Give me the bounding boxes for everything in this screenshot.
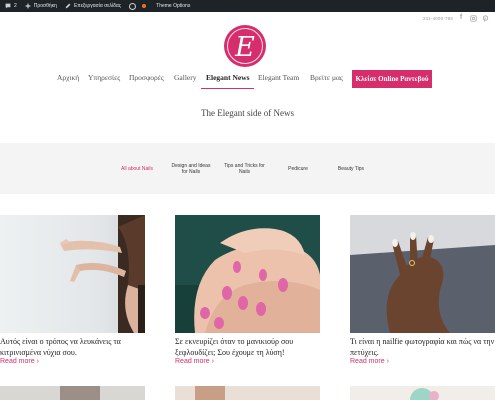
category-all-about-nails[interactable]: All about Nails (113, 143, 161, 194)
post-image[interactable] (0, 215, 145, 333)
category-bar: All about Nails Design and Ideas for Nai… (0, 143, 495, 194)
chevron-right-icon: › (211, 358, 214, 365)
category-beauty-tips[interactable]: Beauty Tips (332, 143, 370, 194)
nav-item-gallery[interactable]: Gallery (174, 71, 197, 89)
add-new-item[interactable]: Προσθήκη (21, 0, 61, 12)
comment-icon (5, 3, 11, 9)
read-more-label: Read more (350, 358, 385, 365)
status-indicator[interactable] (140, 0, 152, 12)
chevron-right-icon: › (386, 358, 389, 365)
add-new-label: Προσθήκη (33, 3, 57, 9)
edit-page-item[interactable]: Επεξεργασία σελίδας (61, 0, 125, 12)
read-more-link[interactable]: Read more › (350, 358, 389, 365)
pinterest-icon[interactable] (481, 14, 489, 22)
wordpress-icon (129, 2, 137, 10)
nav-item-offers[interactable]: Προσφορές (129, 71, 164, 89)
post-image[interactable] (0, 386, 145, 400)
read-more-link[interactable]: Read more › (175, 358, 214, 365)
nav-item-find-us[interactable]: Βρείτε μας (310, 71, 343, 89)
wordpress-menu[interactable] (125, 0, 140, 12)
edit-page-label: Επεξεργασία σελίδας (73, 3, 122, 9)
post-image[interactable] (350, 215, 495, 333)
post-image[interactable] (350, 386, 495, 400)
chevron-right-icon: › (36, 358, 39, 365)
nav-item-home[interactable]: Αρχική (57, 71, 79, 89)
read-more-link[interactable]: Read more › (0, 358, 39, 365)
post-title[interactable]: Σε εκνευρίζει όταν το μανικιούρ σου ξεφλ… (175, 336, 320, 358)
category-design-ideas[interactable]: Design and Ideas for Nails (170, 143, 212, 194)
counter-label: 2 (14, 3, 17, 9)
theme-options-label: Theme Options (156, 3, 191, 9)
read-more-label: Read more (175, 358, 210, 365)
category-pedicure[interactable]: Pedicure (280, 143, 316, 194)
plus-icon (25, 3, 31, 9)
post-image[interactable] (175, 215, 320, 333)
admin-bar: 2 Προσθήκη Επεξεργασία σελίδας Theme Opt… (0, 0, 495, 12)
category-tips-tricks[interactable]: Tips and Tricks for Nails (222, 143, 267, 194)
phone-number[interactable]: 211-4000-786 (423, 16, 453, 21)
instagram-icon[interactable] (469, 14, 477, 22)
nav-item-services[interactable]: Υπηρεσίες (88, 71, 120, 89)
facebook-icon[interactable]: f (457, 14, 465, 22)
book-appointment-button[interactable]: Κλείσε Online Ραντεβού (352, 70, 432, 88)
active-nav-underline (201, 88, 254, 89)
post-image[interactable] (175, 386, 320, 400)
nav-item-elegant-team[interactable]: Elegant Team (258, 71, 299, 89)
post-title[interactable]: Τι είναι η nailfie φωτογραφία και πώς να… (350, 336, 495, 358)
counter-item[interactable]: 2 (0, 0, 21, 12)
logo-letter: E (235, 31, 255, 63)
nav-item-elegant-news[interactable]: Elegant News (206, 71, 250, 89)
theme-options-item[interactable]: Theme Options (152, 0, 194, 12)
status-dot-icon (142, 4, 147, 8)
pencil-icon (65, 3, 71, 9)
site-logo[interactable]: E (224, 25, 266, 67)
read-more-label: Read more (0, 358, 35, 365)
page-tagline: The Elegant side of News (201, 108, 294, 118)
post-title[interactable]: Αυτός είναι ο τρόπος να λευκάνεις τα κιτ… (0, 336, 145, 358)
